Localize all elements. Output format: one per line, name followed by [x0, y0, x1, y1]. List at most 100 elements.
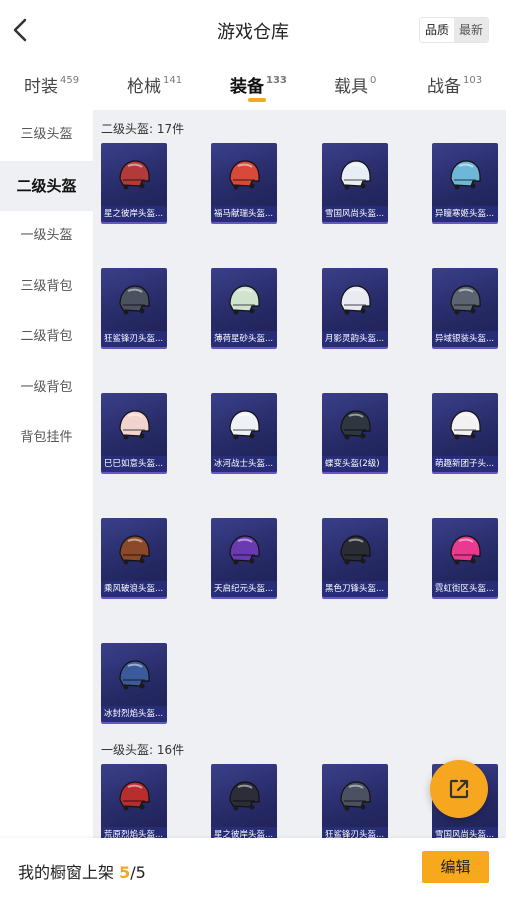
helmet-card[interactable]: 天启纪元头盔... [211, 518, 277, 597]
sort-quality-button[interactable]: 品质 [420, 18, 454, 42]
tab-fashion[interactable]: 时装 459 [24, 72, 79, 97]
tab-count: 459 [60, 75, 80, 86]
item-name: 雪国风尚头盔... [322, 206, 388, 222]
helmet-icon [340, 781, 371, 811]
tab-count: 133 [266, 75, 287, 86]
showcase-status: 我的橱窗上架 5/5 [18, 859, 146, 883]
helmet-card[interactable]: 福马献瑞头盔... [211, 143, 277, 222]
sidebar-item-backpack-charm[interactable]: 背包挂件 [0, 413, 93, 464]
tab-equipment[interactable]: 装备 133 [230, 72, 287, 97]
tab-weapons[interactable]: 枪械 141 [127, 72, 182, 97]
section-title: 一级头盔: 16件 [101, 743, 185, 757]
section-title: 二级头盔: 17件 [101, 122, 185, 136]
item-name: 星之彼岸头盔... [101, 206, 167, 222]
sidebar-item-level3-backpack[interactable]: 三级背包 [0, 262, 93, 313]
tab-vehicles[interactable]: 载具 0 [334, 72, 376, 97]
helmet-card[interactable]: 黑色刀锋头盔... [322, 518, 388, 597]
helmet-icon [450, 410, 481, 440]
helmet-card[interactable]: 冰河战士头盔... [211, 393, 277, 472]
tab-label: 装备 [230, 77, 264, 97]
header: 游戏仓库 品质 最新 [0, 0, 506, 60]
item-name: 星之彼岸头盔... [211, 827, 277, 838]
helmet-card[interactable]: 狂鲨锋刃头盔... [101, 268, 167, 347]
share-external-icon [449, 779, 469, 799]
helmet-card[interactable]: 月影灵韵头盔... [322, 268, 388, 347]
helmet-icon [119, 160, 150, 190]
helmet-icon [229, 410, 260, 440]
sidebar-item-level1-helmet[interactable]: 一级头盔 [0, 211, 93, 262]
tab-count: 0 [370, 75, 377, 86]
helmet-icon [229, 781, 260, 811]
helmet-icon [340, 535, 371, 565]
showcase-label: 我的橱窗上架 [18, 863, 115, 882]
helmet-icon [450, 535, 481, 565]
item-name: 萌趣新团子头... [432, 456, 498, 472]
helmet-card[interactable]: 巳巳如意头盔... [101, 393, 167, 472]
item-name: 天启纪元头盔... [211, 581, 277, 597]
sidebar: 三级头盔 二级头盔 一级头盔 三级背包 二级背包 一级背包 背包挂件 [0, 110, 93, 838]
category-tabs: 时装 459 枪械 141 装备 133 载具 0 战备 103 [0, 60, 506, 110]
tab-label: 枪械 [127, 77, 161, 97]
helmet-icon [119, 285, 150, 315]
item-name: 巳巳如意头盔... [101, 456, 167, 472]
edit-button[interactable]: 编辑 [422, 851, 489, 883]
sidebar-item-level1-backpack[interactable]: 一级背包 [0, 363, 93, 414]
item-name: 狂鲨锋刃头盔... [101, 331, 167, 347]
helmet-icon [450, 285, 481, 315]
helmet-icon [119, 781, 150, 811]
showcase-total: 5 [135, 863, 146, 882]
tab-label: 战备 [427, 77, 461, 97]
sidebar-item-level2-helmet[interactable]: 二级头盔 [0, 160, 93, 211]
item-name: 蝶变头盔(2级) [322, 456, 388, 472]
helmet-card[interactable]: 狂鲨锋刃头盔... [322, 764, 388, 838]
helmet-icon [119, 660, 150, 690]
helmet-card[interactable]: 薄荷星砂头盔... [211, 268, 277, 347]
item-name: 异瞳寒姬头盔... [432, 206, 498, 222]
helmet-card[interactable]: 萌趣新团子头... [432, 393, 498, 472]
helmet-card[interactable]: 霓虹街区头盔... [432, 518, 498, 597]
showcase-current: 5 [119, 863, 131, 882]
sidebar-item-level2-backpack[interactable]: 二级背包 [0, 312, 93, 363]
item-name: 冰封烈焰头盔... [101, 706, 167, 722]
tab-count: 103 [463, 75, 483, 86]
item-name: 黑色刀锋头盔... [322, 581, 388, 597]
helmet-icon [229, 285, 260, 315]
helmet-card[interactable]: 星之彼岸头盔... [211, 764, 277, 838]
item-grid[interactable]: 二级头盔: 17件 星之彼岸头盔... 福马献瑞头盔... 雪国风尚头盔... 异瞳寒姬… [93, 110, 506, 838]
tab-battle-gear[interactable]: 战备 103 [427, 72, 482, 97]
helmet-icon [340, 410, 371, 440]
active-tab-indicator [248, 98, 266, 102]
helmet-card[interactable]: 荒原烈焰头盔... [101, 764, 167, 838]
helmet-icon [229, 535, 260, 565]
share-button[interactable] [430, 760, 488, 818]
tab-label: 载具 [334, 77, 368, 97]
helmet-card[interactable]: 雪国风尚头盔... [322, 143, 388, 222]
item-name: 乘风破浪头盔... [101, 581, 167, 597]
item-name: 冰河战士头盔... [211, 456, 277, 472]
helmet-card[interactable]: 冰封烈焰头盔... [101, 643, 167, 722]
helmet-icon [229, 160, 260, 190]
tab-label: 时装 [24, 77, 58, 97]
item-name: 雪国风尚头盔... [432, 827, 498, 838]
helmet-icon [340, 285, 371, 315]
helmet-card[interactable]: 星之彼岸头盔... [101, 143, 167, 222]
helmet-card[interactable]: 异域银装头盔... [432, 268, 498, 347]
helmet-icon [119, 410, 150, 440]
helmet-icon [119, 535, 150, 565]
helmet-card[interactable]: 蝶变头盔(2级) [322, 393, 388, 472]
helmet-icon [450, 160, 481, 190]
item-name: 狂鲨锋刃头盔... [322, 827, 388, 838]
item-name: 薄荷星砂头盔... [211, 331, 277, 347]
helmet-card[interactable]: 异瞳寒姬头盔... [432, 143, 498, 222]
helmet-icon [340, 160, 371, 190]
tab-count: 141 [163, 75, 183, 86]
helmet-card[interactable]: 乘风破浪头盔... [101, 518, 167, 597]
showcase-footer: 我的橱窗上架 5/5 编辑 [0, 838, 506, 897]
item-name: 霓虹街区头盔... [432, 581, 498, 597]
sort-newest-button[interactable]: 最新 [453, 18, 488, 42]
item-name: 福马献瑞头盔... [211, 206, 277, 222]
item-name: 月影灵韵头盔... [322, 331, 388, 347]
sort-toggle: 品质 最新 [418, 17, 489, 43]
sidebar-item-level3-helmet[interactable]: 三级头盔 [0, 110, 93, 161]
item-name: 异域银装头盔... [432, 331, 498, 347]
